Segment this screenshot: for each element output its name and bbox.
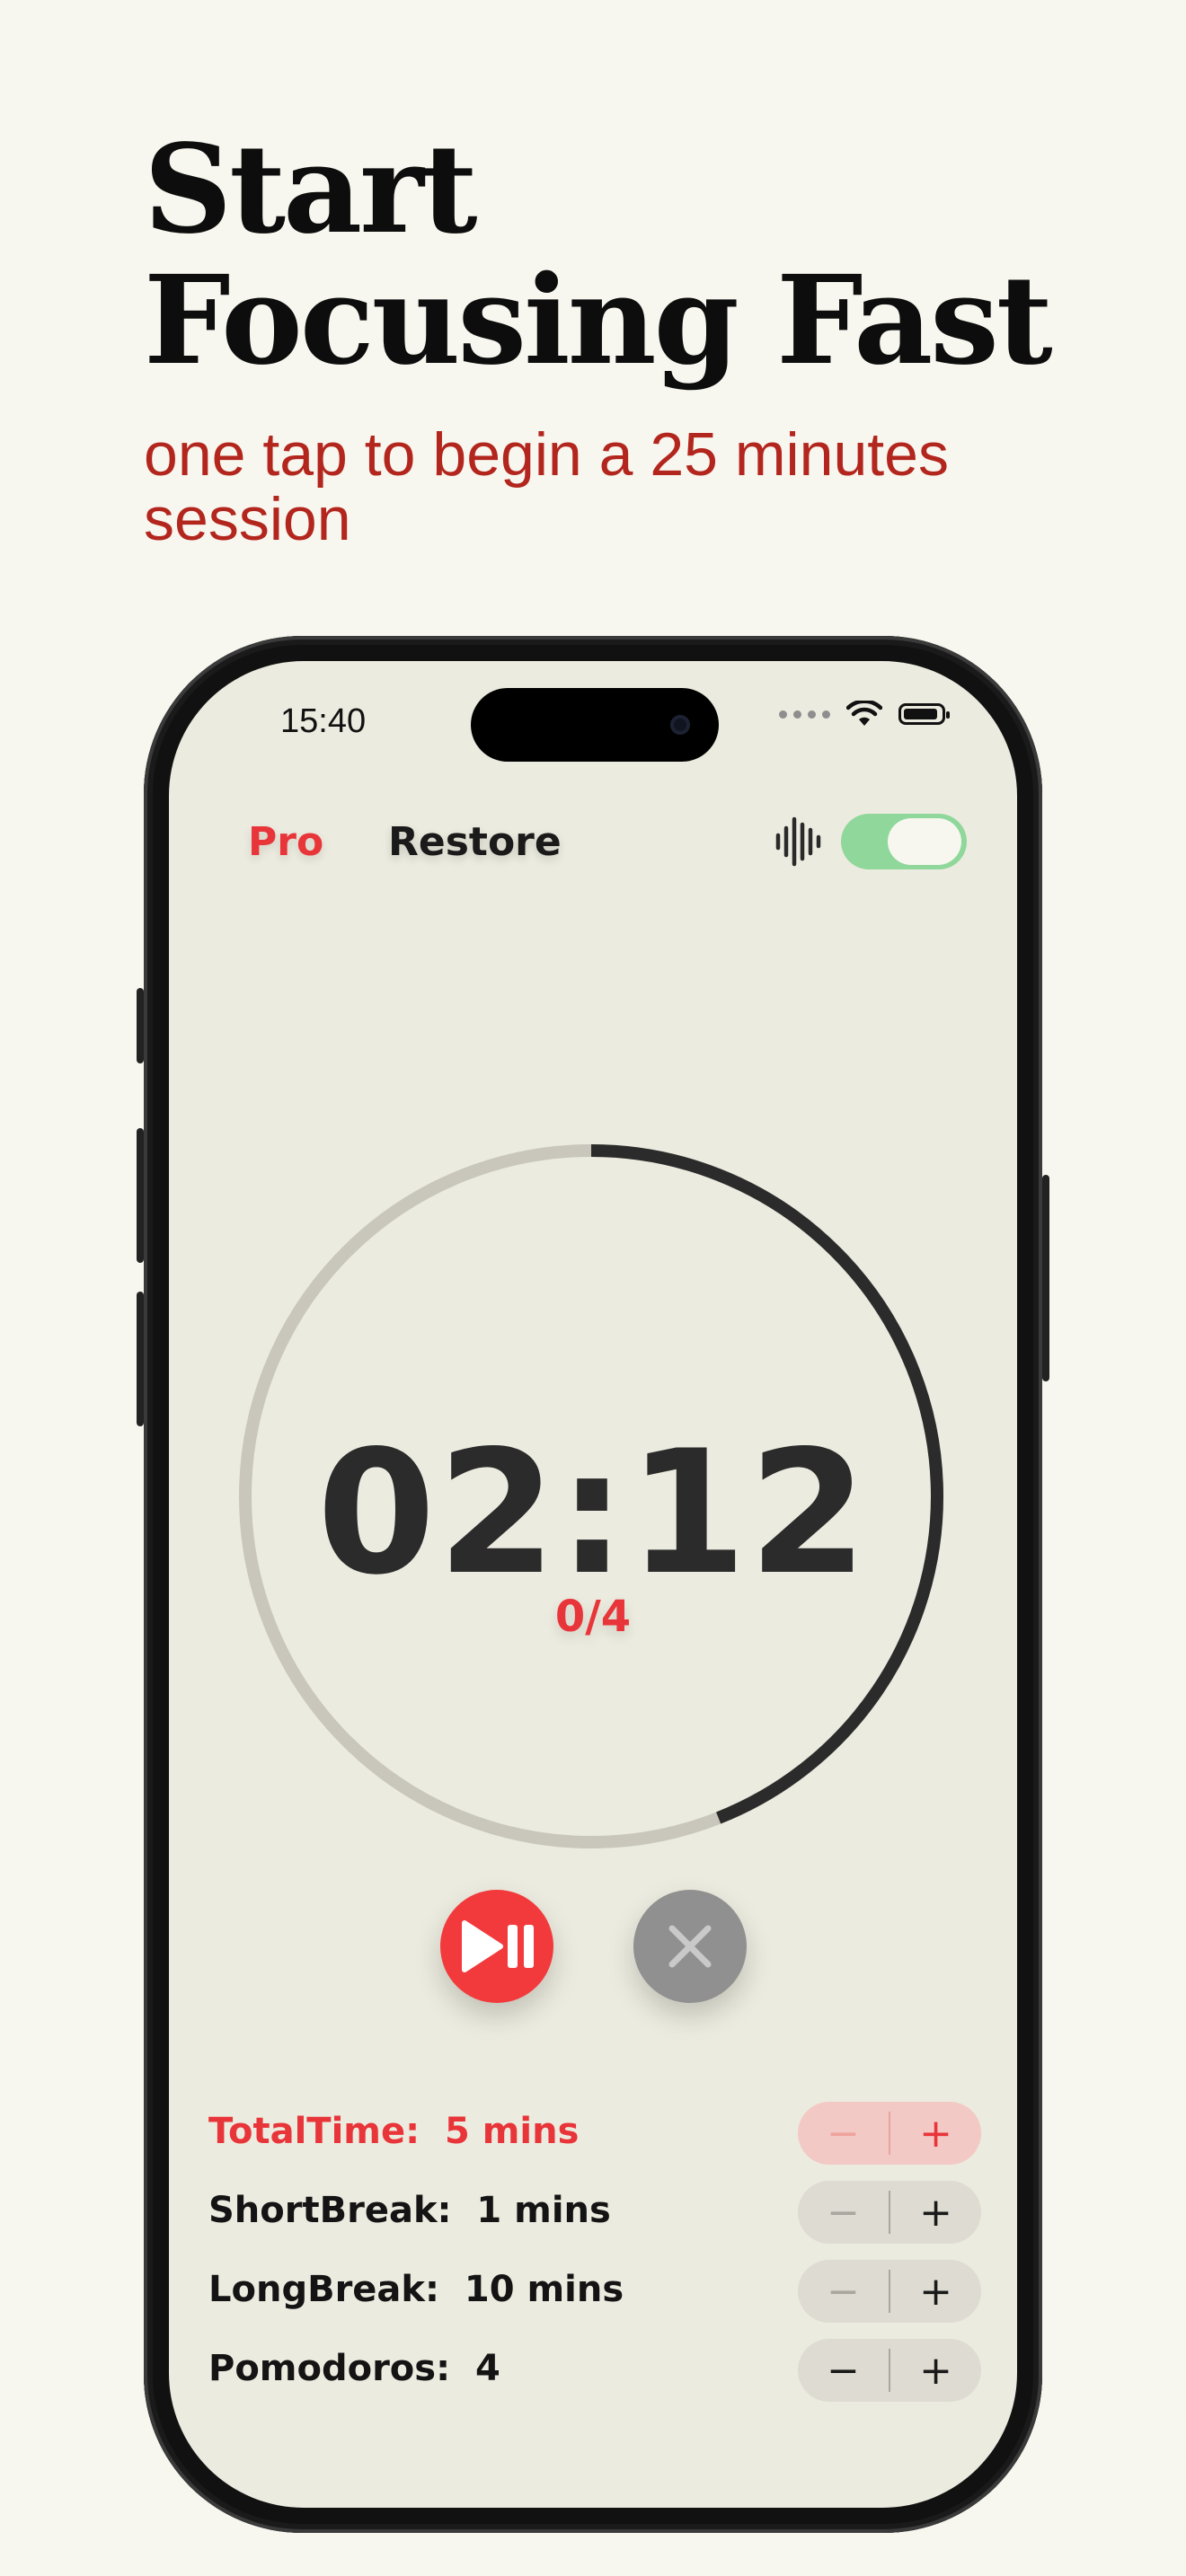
pomodoros-decrement-button[interactable]: − — [798, 2339, 889, 2402]
setting-value-pomodoros: 4 — [474, 2348, 500, 2389]
battery-icon — [898, 703, 950, 725]
restore-button[interactable]: Restore — [388, 819, 562, 865]
headline-line-1: Start — [144, 118, 478, 261]
setting-value-total-time: 5 mins — [444, 2111, 580, 2152]
pomodoros-stepper: − + — [798, 2339, 981, 2402]
long-break-decrement-button[interactable]: − — [798, 2260, 889, 2323]
total-time-increment-button[interactable]: + — [890, 2102, 981, 2165]
pomodoros-increment-button[interactable]: + — [890, 2339, 981, 2402]
sound-toggle[interactable] — [841, 814, 967, 869]
play-pause-button[interactable] — [440, 1890, 553, 2003]
setting-label-short-break: ShortBreak: — [208, 2190, 452, 2231]
cancel-button[interactable] — [633, 1890, 747, 2003]
total-time-decrement-button[interactable]: − — [798, 2102, 889, 2165]
wifi-icon — [846, 701, 882, 726]
close-icon — [668, 1925, 712, 1968]
status-time: 15:40 — [280, 702, 367, 740]
phone-screen: 15:40 Pro Restore 02:12 0/4 TotalTime: 5… — [169, 661, 1017, 2508]
total-time-stepper: − + — [798, 2102, 981, 2165]
status-icons — [779, 701, 950, 728]
setting-label-total-time: TotalTime: — [208, 2111, 420, 2152]
promo-headline: Start Focusing Fast — [144, 124, 1132, 386]
phone-power-button — [1042, 1175, 1049, 1381]
long-break-stepper: − + — [798, 2260, 981, 2323]
phone-volume-down-button — [137, 1292, 144, 1426]
sound-wave-icon[interactable] — [774, 816, 823, 868]
promo-subheadline: one tap to begin a 25 minutes session — [144, 420, 949, 553]
short-break-stepper: − + — [798, 2181, 981, 2244]
play-pause-icon — [462, 1920, 534, 1972]
long-break-increment-button[interactable]: + — [890, 2260, 981, 2323]
timer-display: 02:12 — [316, 1414, 870, 1612]
setting-row-long-break: LongBreak: 10 mins − + — [208, 2253, 981, 2332]
signal-dots-icon — [779, 710, 830, 719]
phone-volume-up-button — [137, 1128, 144, 1263]
camera-icon — [670, 715, 690, 735]
setting-label-pomodoros: Pomodoros: — [208, 2348, 451, 2389]
setting-value-long-break: 10 mins — [464, 2269, 624, 2310]
headline-line-2: Focusing Fast — [144, 249, 1053, 393]
setting-row-total-time: TotalTime: 5 mins − + — [208, 2095, 981, 2174]
setting-row-short-break: ShortBreak: 1 mins − + — [208, 2174, 981, 2253]
session-count: 0/4 — [554, 1592, 632, 1642]
settings-list: TotalTime: 5 mins − + ShortBreak: 1 mins… — [208, 2095, 981, 2411]
toggle-knob — [888, 818, 961, 865]
short-break-decrement-button[interactable]: − — [798, 2181, 889, 2244]
phone-side-button — [137, 988, 144, 1063]
setting-label-long-break: LongBreak: — [208, 2269, 440, 2310]
phone-frame: 15:40 Pro Restore 02:12 0/4 TotalTime: 5… — [137, 636, 1049, 2533]
setting-row-pomodoros: Pomodoros: 4 − + — [208, 2332, 981, 2411]
setting-value-short-break: 1 mins — [476, 2190, 611, 2231]
short-break-increment-button[interactable]: + — [890, 2181, 981, 2244]
pro-button[interactable]: Pro — [248, 819, 323, 865]
dynamic-island — [471, 688, 719, 762]
